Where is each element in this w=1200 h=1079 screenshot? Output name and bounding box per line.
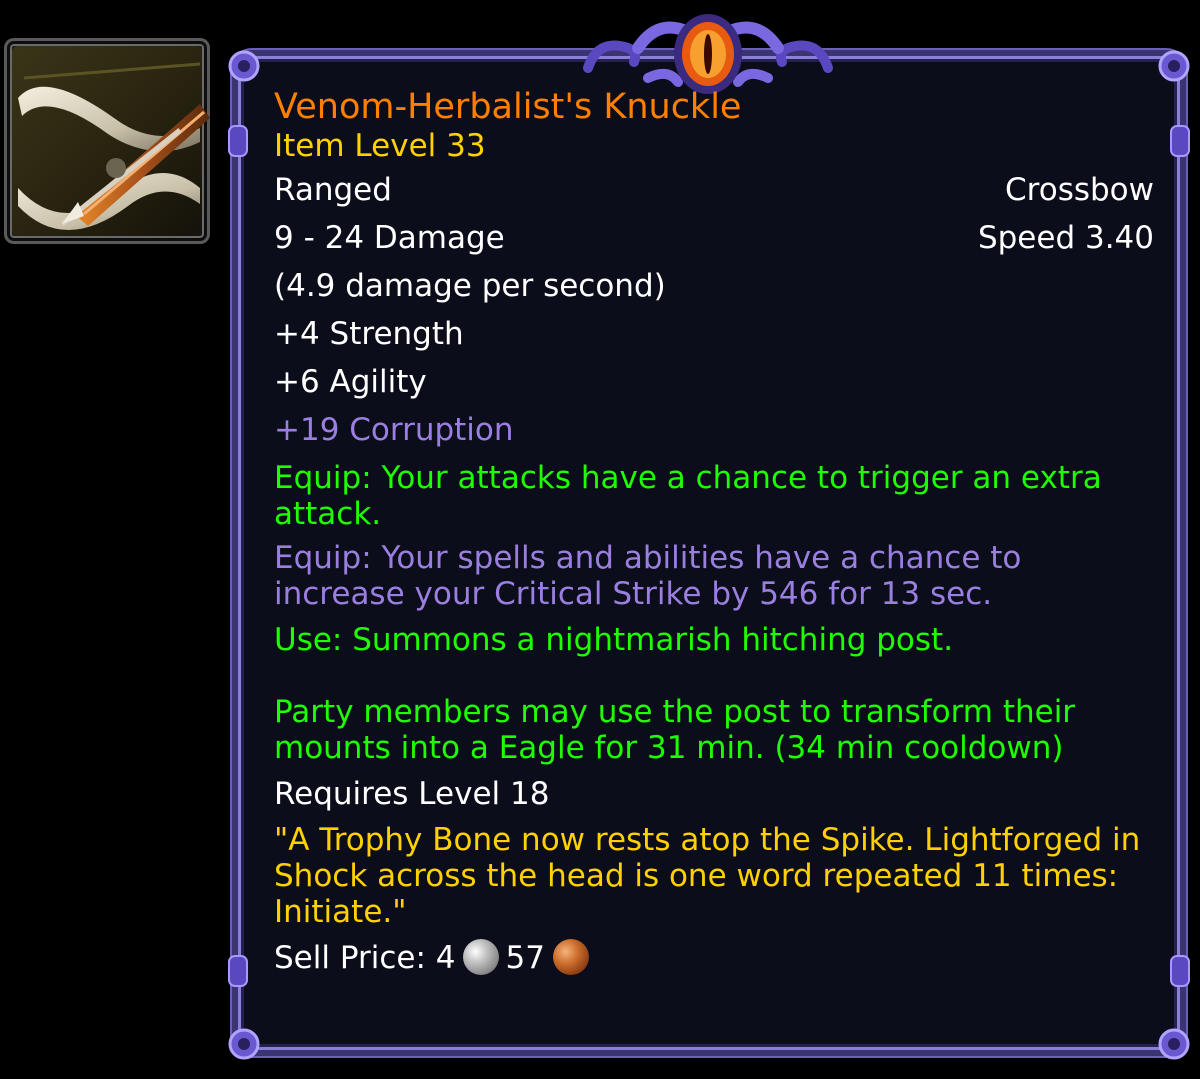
sell-price-copper: 57 (505, 940, 545, 976)
damage-speed-row: 9 - 24 Damage Speed 3.40 (274, 220, 1154, 256)
corner-ornament-icon (1158, 1028, 1190, 1060)
equip-effect-purple: Equip: Your spells and abilities have a … (274, 540, 1022, 612)
required-level: Requires Level 18 (274, 776, 550, 812)
item-slot: Ranged (274, 172, 392, 208)
border-studs-icon (228, 125, 248, 987)
item-tooltip: Venom-Herbalist's Knuckle Item Level 33 … (228, 14, 1190, 1060)
tooltip-content: Venom-Herbalist's Knuckle Item Level 33 … (274, 86, 1154, 978)
item-dps: (4.9 damage per second) (274, 268, 666, 304)
border-studs-icon (1170, 125, 1190, 987)
use-effect: Use: Summons a nightmarish hitching post… (274, 622, 954, 658)
item-level: Item Level 33 (274, 128, 486, 164)
item-name: Venom-Herbalist's Knuckle (274, 87, 742, 127)
equip-effect-green: Equip: Your attacks have a chance to tri… (274, 460, 1102, 532)
use-effect-detail: Party members may use the post to transf… (274, 694, 1076, 766)
item-type: Crossbow (1005, 172, 1154, 208)
stat-corruption: +19 Corruption (274, 412, 514, 448)
corner-ornament-icon (1158, 50, 1190, 82)
sell-price: Sell Price: 4 57 (274, 938, 1154, 978)
silver-coin-icon (463, 938, 500, 975)
slot-type-row: Ranged Crossbow (274, 172, 1154, 208)
eye-ornament-icon (583, 14, 833, 94)
item-speed: Speed 3.40 (977, 220, 1154, 256)
crossbow-icon (12, 46, 210, 236)
corner-ornament-icon (228, 1028, 260, 1060)
sell-price-label: Sell Price: 4 (274, 940, 456, 976)
item-damage: 9 - 24 Damage (274, 220, 505, 256)
stat-agility: +6 Agility (274, 364, 427, 400)
copper-coin-icon (552, 938, 589, 975)
corner-ornament-icon (228, 50, 260, 82)
item-icon-frame[interactable] (4, 38, 210, 244)
stat-strength: +4 Strength (274, 316, 464, 352)
flavor-text: "A Trophy Bone now rests atop the Spike.… (274, 822, 1141, 930)
tooltip-scene: Venom-Herbalist's Knuckle Item Level 33 … (0, 0, 1200, 1079)
